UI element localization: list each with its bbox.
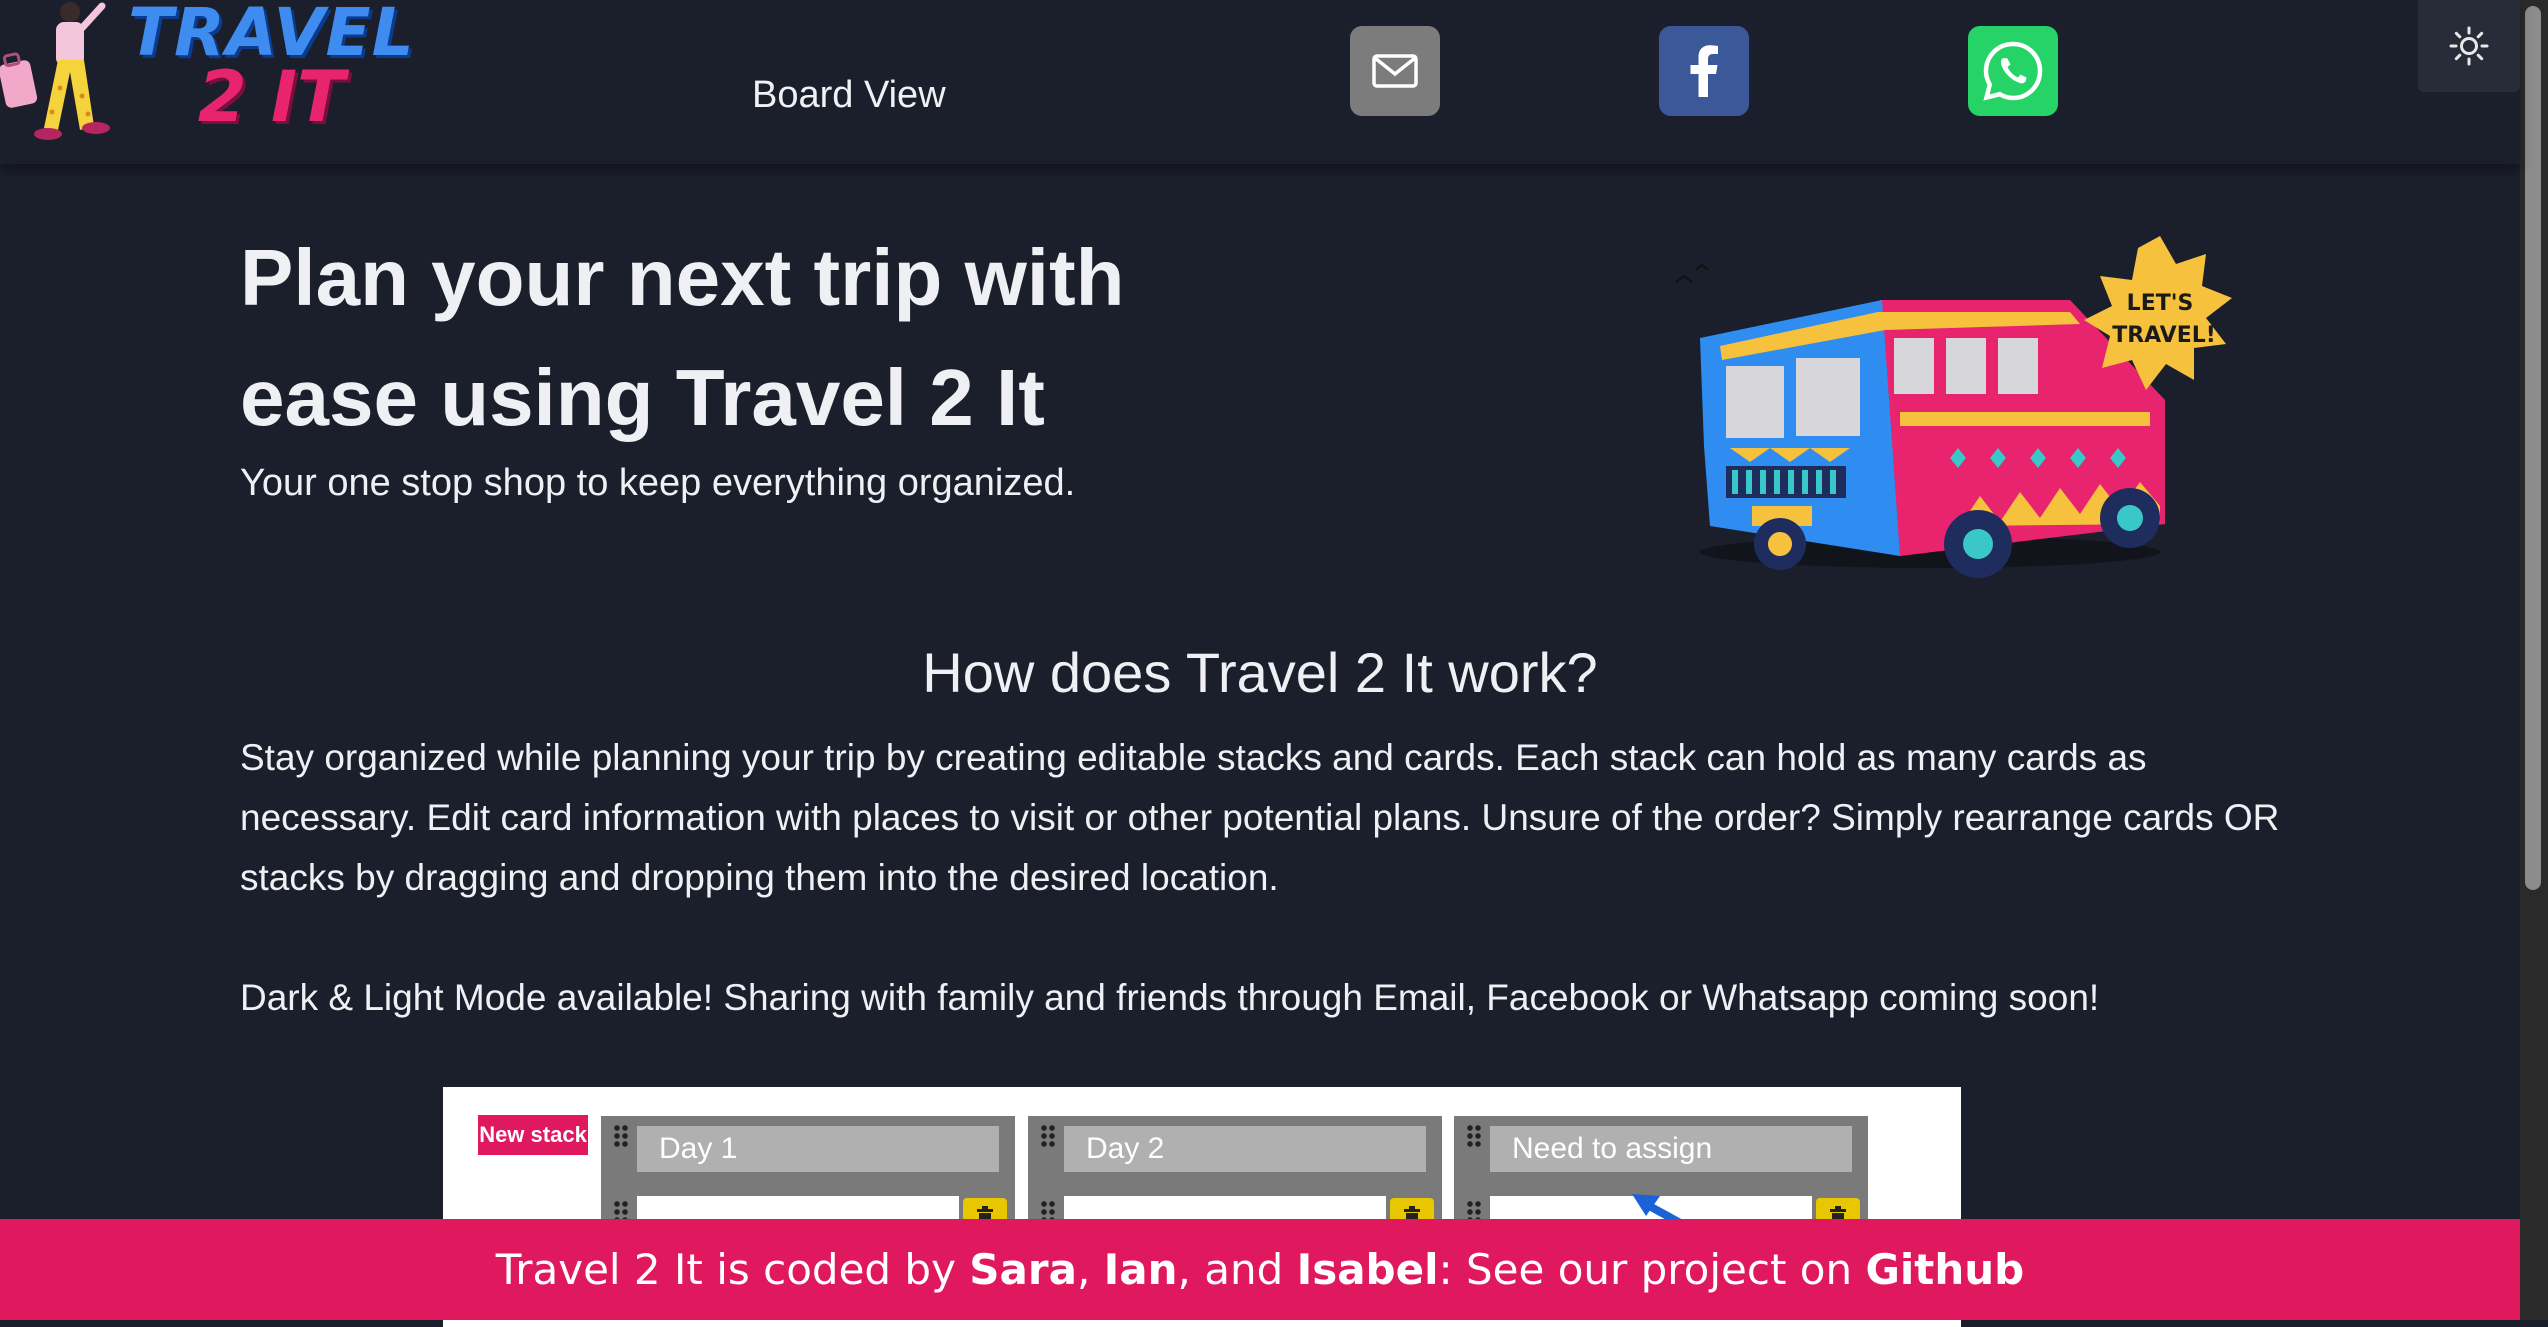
sun-icon (2449, 26, 2489, 66)
stack-title: Day 2 (1064, 1126, 1426, 1172)
board-view-link[interactable]: Board View (752, 74, 946, 117)
footer-author-isabel: Isabel (1296, 1245, 1439, 1294)
bus-illustration: LET'S TRAVEL! (1660, 226, 2260, 606)
drag-handle-icon (613, 1124, 629, 1148)
logo-wordmark: TRAVEL 2 IT (128, 0, 415, 132)
drag-handle-icon (1040, 1124, 1056, 1148)
badge-line1: LET'S (2127, 291, 2194, 316)
share-facebook-button[interactable] (1659, 26, 1749, 116)
new-stack-button: New stack (478, 1115, 588, 1155)
share-email-button[interactable] (1350, 26, 1440, 116)
how-it-works-heading: How does Travel 2 It work? (922, 641, 1598, 704)
facebook-icon (1690, 45, 1718, 97)
envelope-icon (1372, 54, 1418, 88)
logo[interactable]: TRAVEL 2 IT (0, 0, 414, 145)
footer-prefix: Travel 2 It is coded by (495, 1245, 970, 1294)
feature-note: Dark & Light Mode available! Sharing wit… (240, 977, 2100, 1018)
hero-title-line1: Plan your next trip with (240, 233, 1125, 322)
stack-title: Need to assign (1490, 1126, 1852, 1172)
footer-author-ian: Ian (1103, 1245, 1178, 1294)
traveler-illustration (0, 2, 110, 140)
footer-middle-text: : See our project on (1438, 1245, 1866, 1294)
hero-subtitle: Your one stop shop to keep everything or… (240, 462, 1076, 504)
github-link[interactable]: Github (1865, 1245, 2024, 1294)
footer-separator: , and (1177, 1245, 1297, 1294)
badge-line2: TRAVEL! (2112, 323, 2216, 348)
share-whatsapp-button[interactable] (1968, 26, 2058, 116)
stack-title: Day 1 (637, 1126, 999, 1172)
footer-author-sara: Sara (969, 1245, 1077, 1294)
drag-handle-icon (1466, 1124, 1482, 1148)
footer: Travel 2 It is coded by Sara, Ian, and I… (0, 1219, 2520, 1320)
how-it-works-body: Stay organized while planning your trip … (240, 737, 2280, 898)
whatsapp-icon (1983, 41, 2043, 101)
navbar: TRAVEL 2 IT Board View (0, 0, 2520, 164)
hero-title-line2: ease using Travel 2 It (240, 353, 1045, 442)
theme-toggle-button[interactable] (2418, 0, 2520, 92)
scrollbar-thumb[interactable] (2525, 6, 2541, 890)
hero-title: Plan your next trip with ease using Trave… (240, 218, 1240, 458)
footer-separator: , (1076, 1245, 1104, 1294)
logo-line2: 2 IT (197, 56, 345, 138)
